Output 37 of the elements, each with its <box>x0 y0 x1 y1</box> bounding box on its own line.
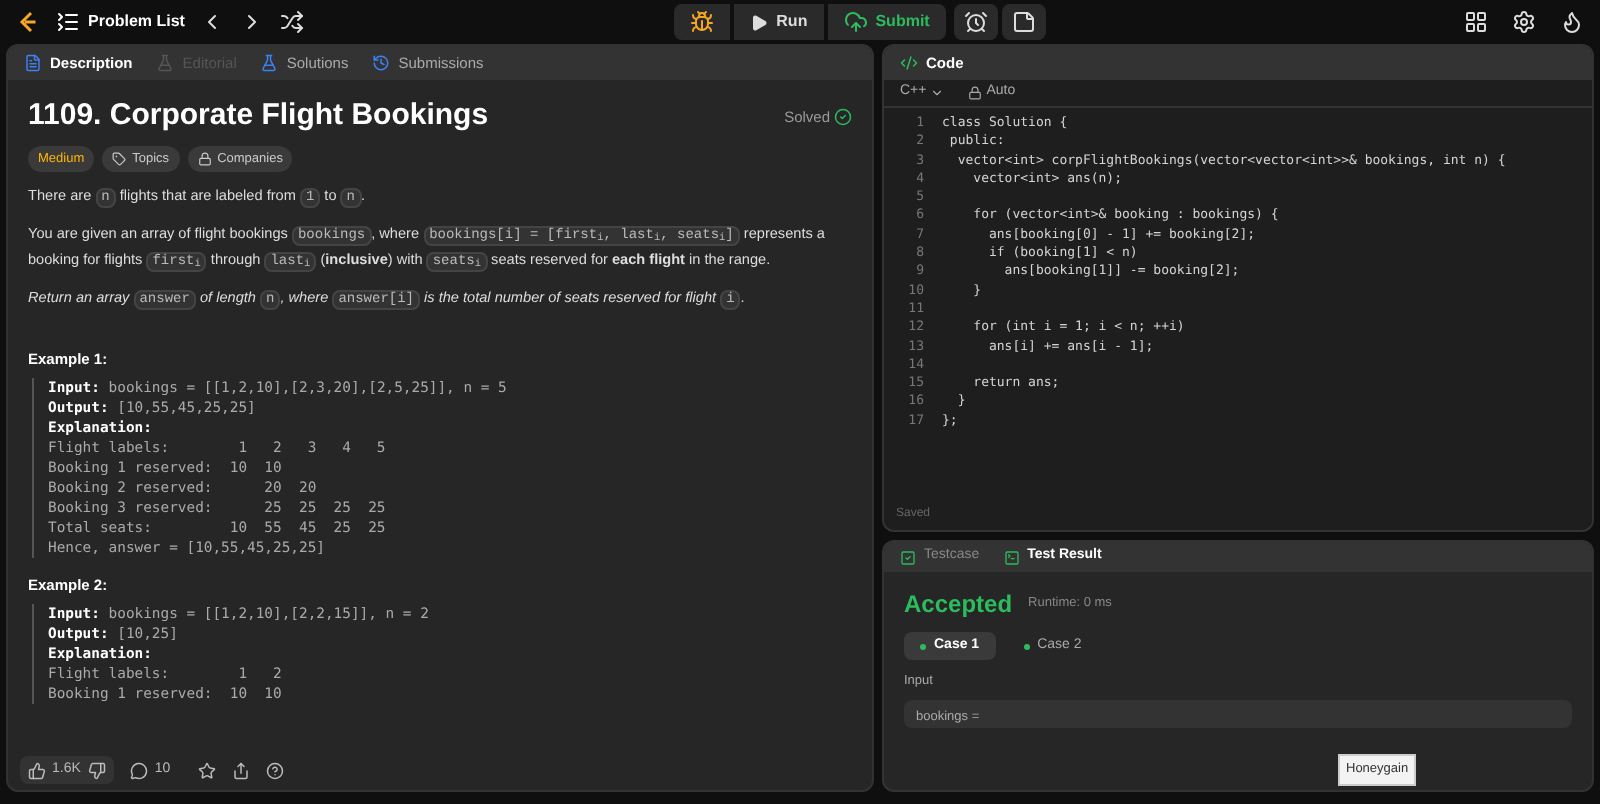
note-button[interactable] <box>1001 4 1046 40</box>
play-icon <box>750 13 769 31</box>
note-icon <box>1011 10 1036 34</box>
chevron-down-icon <box>930 86 945 100</box>
logo-icon[interactable] <box>16 10 40 34</box>
history-icon <box>372 54 391 72</box>
thumbs-up-icon <box>28 761 46 779</box>
checkbox-icon <box>900 549 916 565</box>
shuffle-icon <box>280 10 305 34</box>
lock-icon <box>968 86 983 100</box>
terminal-icon <box>1003 549 1020 565</box>
bug-icon <box>690 10 715 34</box>
flame-icon[interactable] <box>1560 10 1584 34</box>
share-icon <box>232 761 251 779</box>
code-icon <box>900 54 918 72</box>
document-icon <box>24 54 42 72</box>
verdict-text: Accepted <box>904 588 1013 622</box>
alarm-clock-icon <box>963 10 988 34</box>
comment-icon <box>130 761 149 779</box>
list-icon <box>56 10 80 34</box>
problem-list-button[interactable]: Problem List <box>56 10 185 34</box>
submit-button[interactable]: Submit <box>827 4 946 40</box>
alarm-clock-button[interactable] <box>953 4 998 40</box>
run-button[interactable]: Run <box>734 4 824 40</box>
settings-icon[interactable] <box>1512 10 1536 34</box>
debug-button[interactable] <box>674 4 731 40</box>
layout-icon[interactable] <box>1464 10 1488 34</box>
cloud-upload-icon <box>843 10 868 34</box>
star-icon <box>198 761 217 779</box>
help-icon <box>266 761 285 779</box>
flask-icon <box>156 54 175 72</box>
thumbs-down-icon <box>88 761 107 779</box>
problem-title: 1109. Corporate Flight Bookings <box>28 96 489 136</box>
lock-icon <box>197 152 212 166</box>
tag-icon <box>112 152 127 166</box>
flask-icon <box>260 54 279 72</box>
check-circle-icon <box>834 107 852 125</box>
